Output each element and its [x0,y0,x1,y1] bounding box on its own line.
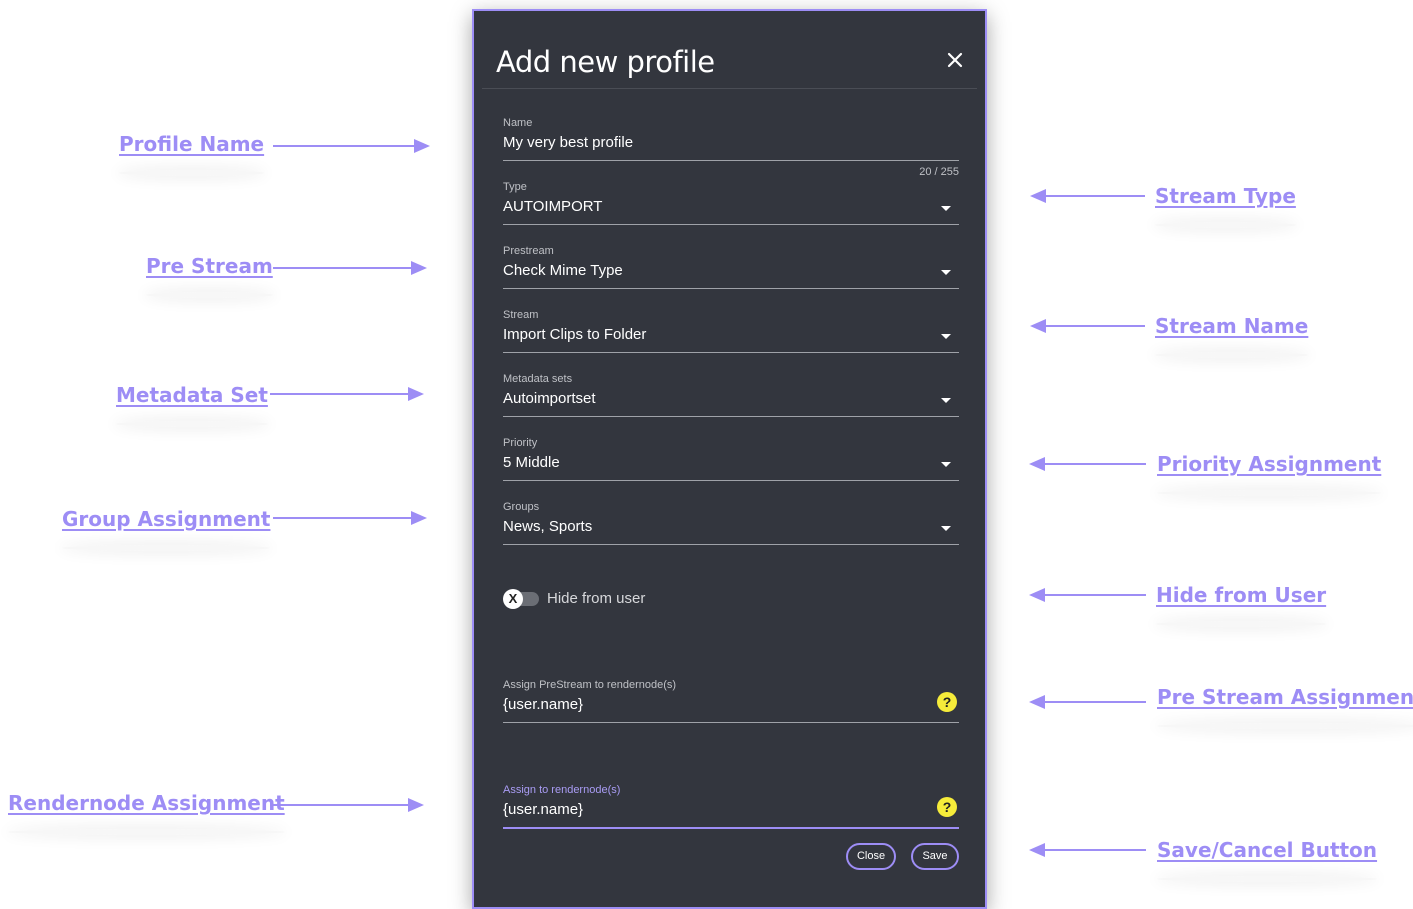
type-value: AUTOIMPORT [503,198,603,215]
name-label: Name [503,117,533,129]
name-value[interactable]: My very best profile [503,134,633,151]
metadata-sets-value: Autoimportset [503,390,596,407]
annotation-profile-name: Profile Name [119,132,265,156]
arrow-left-icon [1029,588,1146,602]
arrow-right-icon [270,798,424,812]
rendernode-label: Assign to rendernode(s) [503,784,621,796]
type-underline [503,224,959,225]
help-icon[interactable]: ? [937,692,957,712]
arrow-right-icon [273,261,427,275]
annotation-pre-stream-assignment: Pre Stream Assignment [1157,687,1413,707]
annotation-save-cancel-button: Save/Cancel Button [1157,838,1378,862]
annotation-metadata-set: Metadata Set [116,383,268,407]
type-label: Type [503,181,527,193]
chevron-down-icon[interactable] [941,334,951,339]
prestream-rendernode-label: Assign PreStream to rendernode(s) [503,679,677,691]
priority-value: 5 Middle [503,454,560,471]
stream-underline [503,352,959,353]
chevron-down-icon[interactable] [941,270,951,275]
groups-underline [503,544,959,545]
groups-label: Groups [503,501,540,513]
prestream-rendernode-value[interactable]: {user.name} [503,696,583,713]
metadata-sets-label: Metadata sets [503,373,573,385]
annotation-group-assignment: Group Assignment [62,507,271,531]
chevron-down-icon[interactable] [941,206,951,211]
annotation-stream-type: Stream Type [1155,184,1296,208]
close-icon[interactable] [944,49,966,71]
prestream-value: Check Mime Type [503,262,623,279]
save-button[interactable]: Save [911,843,959,870]
arrow-left-icon [1030,189,1145,203]
annotation-hide-from-user: Hide from User [1156,583,1327,607]
name-char-counter: 20 / 255 [919,166,959,178]
dialog-title: Add new profile [496,45,715,79]
toggle-knob[interactable]: X [503,589,523,609]
arrow-left-icon [1029,695,1146,709]
add-profile-dialog: Add new profile Name My very best profil… [472,9,987,909]
arrow-left-icon [1029,457,1146,471]
annotation-stream-name: Stream Name [1155,314,1309,338]
arrow-right-icon [273,511,427,525]
rendernode-value[interactable]: {user.name} [503,801,583,818]
annotation-pre-stream: Pre Stream [146,254,273,278]
prestream-label: Prestream [503,245,554,257]
chevron-down-icon[interactable] [941,462,951,467]
name-underline [503,160,959,161]
chevron-down-icon[interactable] [941,526,951,531]
title-divider [482,88,977,89]
priority-underline [503,480,959,481]
prestream-rendernode-underline [503,722,959,723]
help-icon[interactable]: ? [937,797,957,817]
arrow-left-icon [1029,843,1146,857]
groups-value: News, Sports [503,518,593,535]
hide-from-user-label: Hide from user [547,590,646,607]
stream-value: Import Clips to Folder [503,326,647,343]
arrow-right-icon [273,139,430,153]
annotation-priority-assignment: Priority Assignment [1157,452,1382,476]
annotation-rendernode-assignment: Rendernode Assignment [8,791,285,815]
close-button[interactable]: Close [846,843,896,870]
hide-from-user-toggle[interactable]: X [503,589,539,609]
arrow-left-icon [1030,319,1145,333]
metadata-sets-underline [503,416,959,417]
prestream-underline [503,288,959,289]
chevron-down-icon[interactable] [941,398,951,403]
stream-label: Stream [503,309,539,321]
priority-label: Priority [503,437,538,449]
rendernode-underline [503,827,959,829]
arrow-right-icon [270,387,424,401]
